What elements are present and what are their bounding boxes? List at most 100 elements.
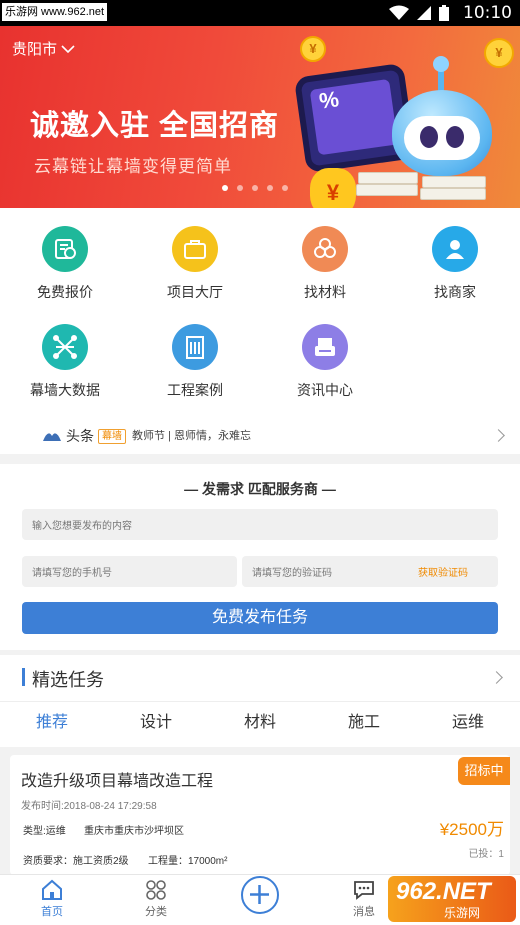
carousel-dot[interactable] [222, 185, 228, 191]
tab-recommended[interactable]: 推荐 [0, 711, 104, 735]
quote-icon [42, 226, 88, 272]
nav-messages-label: 消息 [353, 906, 375, 918]
grid-item-label: 找材料 [304, 284, 346, 300]
signal-icon [417, 6, 431, 20]
message-icon [354, 881, 374, 900]
publish-task-button[interactable]: 免费发布任务 [22, 602, 498, 634]
request-form: — 发需求 匹配服务商 — 输入您想要发布的内容 请填写您的手机号 请填写您的验… [0, 464, 520, 650]
grid-item-merchants[interactable]: 找商家 [400, 226, 510, 302]
grid-item-label: 工程案例 [167, 382, 223, 398]
status-badge: 招标中 [458, 757, 510, 785]
content-input[interactable]: 输入您想要发布的内容 [22, 509, 498, 540]
city-label: 贵阳市 [12, 41, 58, 58]
robot-eye [420, 126, 438, 148]
selected-tasks-section: 精选任务 推荐 设计 材料 施工 运维 [0, 655, 520, 747]
chevron-right-icon[interactable] [490, 671, 503, 684]
grid-item-news[interactable]: 资讯中心 [270, 324, 380, 400]
news-ticker[interactable]: 头条 幕墙 教师节 | 恩师情，永难忘 [0, 418, 520, 454]
grid-item-quote[interactable]: 免费报价 [10, 226, 120, 302]
tab-construction[interactable]: 施工 [312, 711, 416, 735]
ticker-title: 头条 [66, 428, 94, 444]
coin-icon: ¥ [484, 38, 514, 68]
grid-item-projects[interactable]: 项目大厅 [140, 226, 250, 302]
task-published: 发布时间:2018-08-24 17:29:58 [21, 801, 157, 812]
category-icon [146, 880, 166, 900]
money-bag-icon: ¥ [310, 168, 356, 208]
nav-messages[interactable]: 消息 [334, 879, 394, 919]
nav-home[interactable]: 首页 [22, 879, 82, 919]
eye-bird-icon [43, 433, 61, 441]
clock: 10:10 [463, 3, 512, 23]
robot-mascot [392, 90, 492, 176]
nav-home-label: 首页 [41, 906, 63, 918]
robot-eye [446, 126, 464, 148]
plus-icon [250, 885, 269, 904]
divider [0, 701, 520, 702]
carousel-dot[interactable] [282, 185, 288, 191]
home-icon [42, 879, 62, 900]
grid-item-label: 幕墙大数据 [30, 382, 100, 398]
promo-banner[interactable]: 贵阳市 ¥ ¥ % ¥ 诚邀入驻 全国招商 云幕链让幕墙变得更简单 [0, 26, 520, 208]
category-tabs: 推荐 设计 材料 施工 运维 [0, 711, 520, 735]
task-bids: 已投：1 [468, 849, 504, 860]
status-bar: 乐游网 www.962.net 10:10 [0, 0, 520, 26]
carousel-dots[interactable] [222, 185, 288, 191]
watermark-top: 乐游网 www.962.net [2, 3, 108, 21]
wifi-icon [389, 5, 409, 20]
nav-category[interactable]: 分类 [126, 879, 186, 919]
watermark-bottom-small: 乐游网 [444, 906, 481, 920]
status-icons [388, 4, 450, 22]
city-selector[interactable]: 贵阳市 [12, 38, 75, 59]
tab-materials[interactable]: 材料 [208, 711, 312, 735]
publish-plus-button[interactable] [241, 876, 279, 914]
task-card[interactable]: 改造升级项目幕墙改造工程 招标中 发布时间:2018-08-24 17:29:5… [10, 755, 510, 875]
cash-stack [422, 176, 486, 188]
cash-stack [358, 172, 418, 184]
carousel-dot[interactable] [252, 185, 258, 191]
grid-item-label: 找商家 [434, 284, 476, 300]
network-icon [42, 324, 88, 370]
grid-item-materials[interactable]: 找材料 [270, 226, 380, 302]
banner-subslogan: 云幕链让幕墙变得更简单 [34, 157, 232, 176]
code-field-group: 请填写您的验证码 获取验证码 [242, 556, 498, 587]
form-title: — 发需求 匹配服务商 — [184, 481, 336, 497]
task-qualification: 资质要求：施工资质2级 [23, 856, 129, 867]
grid-item-bigdata[interactable]: 幕墙大数据 [10, 324, 120, 400]
grid-item-label: 免费报价 [37, 284, 93, 300]
cash-stack [420, 188, 486, 200]
phone-input[interactable]: 请填写您的手机号 [22, 556, 237, 587]
task-location: 重庆市重庆市沙坪坝区 [84, 826, 184, 837]
building-icon [172, 324, 218, 370]
task-price: ¥2500万 [439, 820, 504, 839]
grid-item-cases[interactable]: 工程案例 [140, 324, 250, 400]
nav-category-label: 分类 [145, 906, 167, 918]
task-type: 类型:运维 [23, 826, 66, 837]
feature-grid: 免费报价 项目大厅 找材料 找商家 幕墙大数据 工程案例 资讯中心 [0, 208, 520, 418]
news-icon [302, 324, 348, 370]
section-title: 精选任务 [32, 670, 104, 690]
tab-design[interactable]: 设计 [104, 711, 208, 735]
robot-face [404, 116, 480, 160]
banner-slogan: 诚邀入驻 全国招商 [30, 110, 280, 142]
battery-icon [439, 5, 449, 21]
watermark-bottom: 962.NET 乐游网 [388, 876, 516, 922]
screen-symbol: % [309, 78, 399, 156]
cash-stack [356, 184, 418, 196]
tab-maintenance[interactable]: 运维 [416, 711, 520, 735]
watermark-bottom-big: 962.NET [396, 878, 491, 905]
coins-icon [302, 226, 348, 272]
section-accent-bar [22, 668, 25, 686]
chevron-right-icon [492, 429, 505, 442]
chevron-down-icon [61, 44, 75, 53]
ticker-text: 教师节 | 恩师情，永难忘 [132, 430, 251, 442]
ticker-tag: 幕墙 [98, 428, 126, 444]
briefcase-icon [172, 226, 218, 272]
carousel-dot[interactable] [267, 185, 273, 191]
carousel-dot[interactable] [237, 185, 243, 191]
person-icon [432, 226, 478, 272]
task-title: 改造升级项目幕墙改造工程 [21, 773, 214, 790]
task-workload: 工程量：17000m² [148, 856, 228, 867]
grid-item-label: 项目大厅 [167, 284, 223, 300]
ticker-title-group: 头条 幕墙 [42, 426, 126, 446]
get-code-button[interactable]: 获取验证码 [418, 556, 468, 587]
